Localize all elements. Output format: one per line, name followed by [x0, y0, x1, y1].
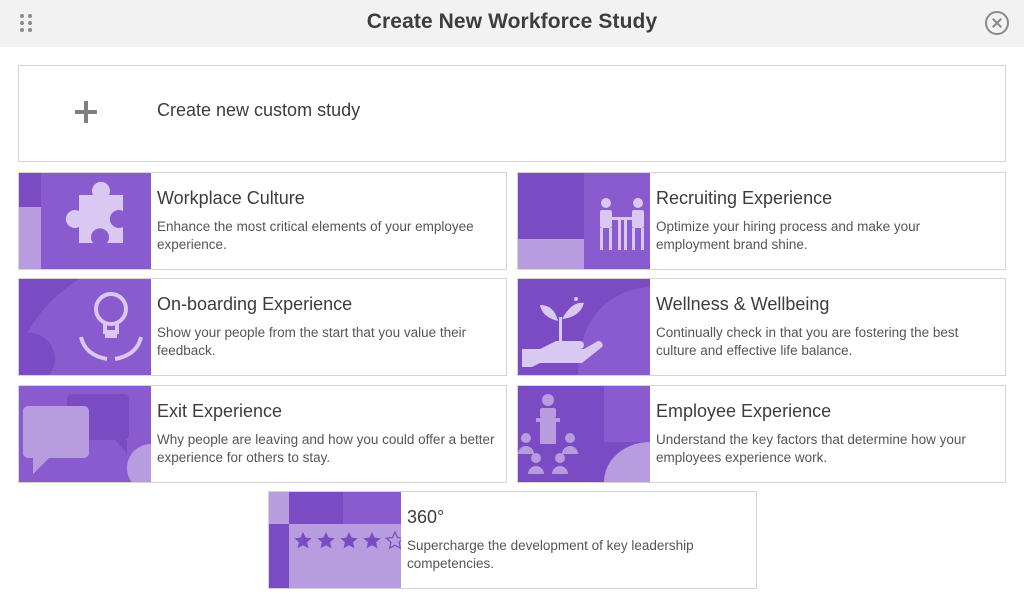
study-description: Continually check in that you are foster…	[656, 325, 959, 358]
interview-table-icon	[518, 173, 650, 269]
star-rating-icon	[269, 492, 401, 588]
study-title: On-boarding Experience	[157, 294, 353, 314]
study-description: Understand the key factors that determin…	[656, 432, 966, 465]
study-thumbnail	[269, 492, 401, 588]
study-thumbnail	[518, 386, 650, 482]
close-icon[interactable]	[985, 11, 1009, 35]
study-card-onboarding-experience[interactable]: On-boarding Experience Show your people …	[18, 278, 507, 376]
plus-icon	[75, 101, 97, 123]
study-thumbnail	[19, 279, 151, 375]
study-card-employee-experience[interactable]: Employee Experience Understand the key f…	[517, 385, 1006, 483]
study-card-wellness-wellbeing[interactable]: Wellness & Wellbeing Continually check i…	[517, 278, 1006, 376]
dialog-header: Create New Workforce Study	[0, 0, 1024, 47]
study-title: Workplace Culture	[157, 188, 305, 208]
study-thumbnail	[19, 386, 151, 482]
study-description: Optimize your hiring process and make yo…	[656, 219, 921, 252]
dialog-title: Create New Workforce Study	[366, 10, 658, 33]
study-description: Supercharge the development of key leade…	[407, 538, 694, 571]
study-thumbnail	[19, 173, 151, 269]
speech-bubbles-icon	[19, 386, 151, 482]
study-thumbnail	[518, 173, 650, 269]
study-description: Enhance the most critical elements of yo…	[157, 219, 474, 252]
custom-study-label: Create new custom study	[157, 100, 361, 120]
study-title: Employee Experience	[656, 401, 832, 421]
study-card-360[interactable]: 360° Supercharge the development of key …	[268, 491, 757, 589]
study-card-recruiting-experience[interactable]: Recruiting Experience Optimize your hiri…	[517, 172, 1006, 270]
presenter-audience-icon	[518, 386, 650, 482]
study-thumbnail	[518, 279, 650, 375]
study-card-exit-experience[interactable]: Exit Experience Why people are leaving a…	[18, 385, 507, 483]
plant-hand-icon	[518, 279, 650, 375]
puzzle-piece-icon	[19, 173, 151, 269]
study-title: 360°	[407, 507, 445, 527]
study-description: Why people are leaving and how you could…	[157, 432, 495, 465]
study-title: Wellness & Wellbeing	[656, 294, 830, 314]
lightbulb-hands-icon	[19, 279, 151, 375]
create-custom-study-button[interactable]: Create new custom study	[18, 65, 1006, 162]
study-title: Exit Experience	[157, 401, 283, 421]
study-card-workplace-culture[interactable]: Workplace Culture Enhance the most criti…	[18, 172, 507, 270]
study-title: Recruiting Experience	[656, 188, 833, 208]
study-description: Show your people from the start that you…	[157, 325, 467, 358]
